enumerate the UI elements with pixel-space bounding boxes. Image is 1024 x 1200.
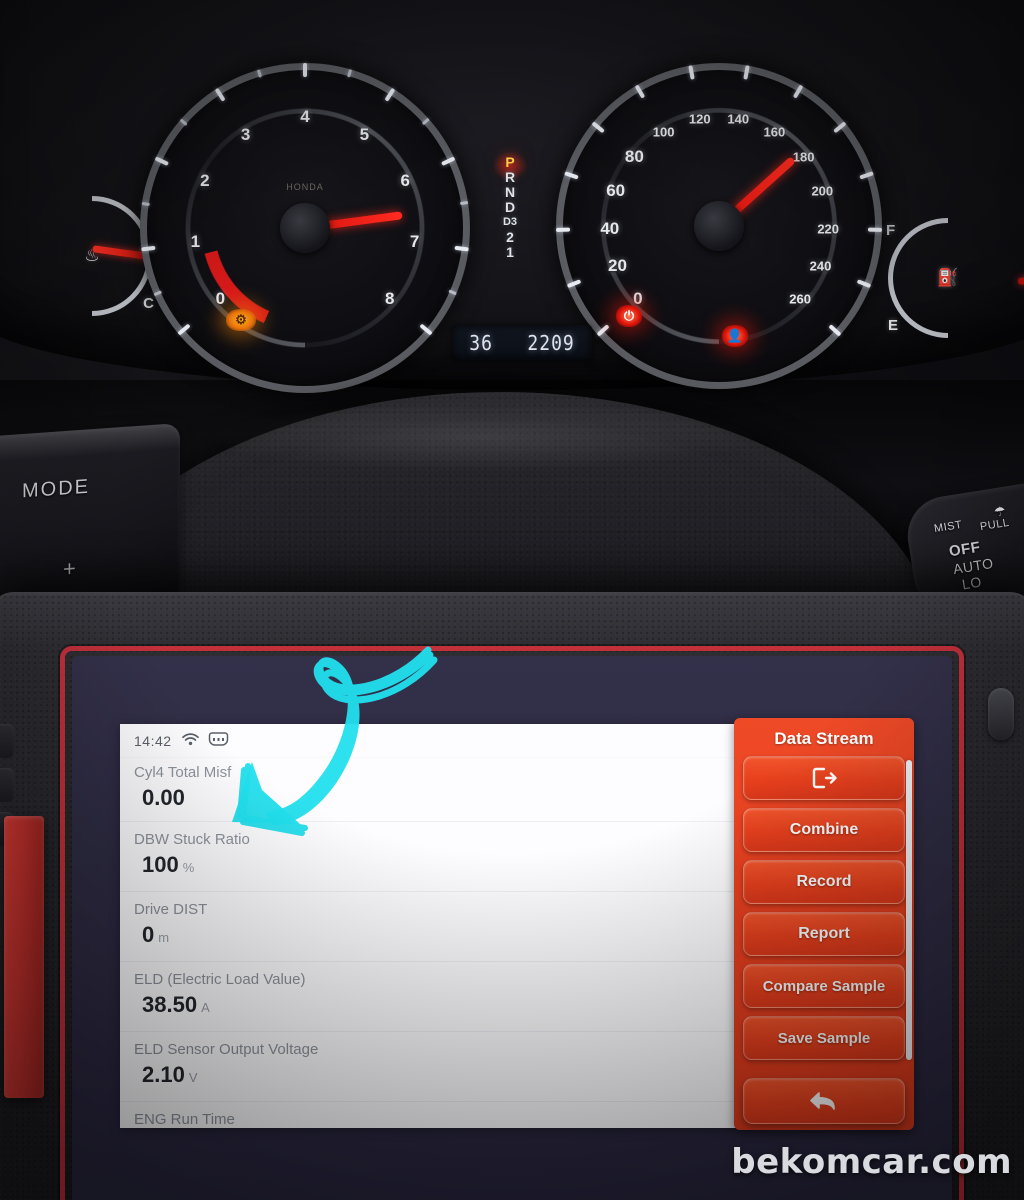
gauge-number: 100	[652, 124, 675, 140]
side-button-label: Record	[796, 873, 852, 890]
side-button-label: Report	[798, 925, 850, 942]
tablet-red-side-edge	[4, 816, 44, 1098]
gauge-number: 40	[600, 218, 620, 238]
row-parameter-unit: A	[201, 1000, 210, 1015]
gauge-number: 0	[215, 289, 226, 309]
diagnostic-tablet: 14:42 Cyl4 Total Misf 0.00 DBW Stuck Rat…	[0, 592, 1024, 1200]
gear-position-d3: D3	[502, 216, 518, 228]
gauge-number: 140	[727, 111, 750, 126]
gauge-number: 8	[384, 289, 395, 309]
exit-icon	[812, 767, 837, 789]
fuel-gauge: F E ⛽	[886, 218, 1024, 338]
gear-position-d: D	[504, 199, 516, 215]
back-arrow-icon	[810, 1092, 835, 1110]
steering-wheel-highlight	[200, 402, 760, 472]
gear-position-n: N	[504, 184, 516, 200]
tachometer: 0 1 2 3 4 5 6 7 8 HONDA ⚙	[137, 60, 473, 396]
gauge-number: 7	[409, 232, 420, 252]
side-button-save-sample[interactable]: Save Sample	[743, 1016, 905, 1060]
site-watermark: bekomcar.com	[731, 1142, 1012, 1182]
row-parameter-unit: V	[188, 1070, 198, 1085]
wifi-icon	[181, 732, 199, 749]
odometer-right-segment: 2209	[527, 330, 575, 356]
gauge-number: 6	[400, 171, 410, 191]
side-button-label: Save Sample	[777, 1029, 871, 1047]
mode-button[interactable]: MODE	[22, 476, 90, 504]
vci-connector-icon	[208, 732, 229, 749]
screenshot-root: H C ♨ F E ⛽ 0 1 2 3 4 5 6 7 8 HONDA ⚙ 0 20 40 60 80 1…	[0, 0, 1024, 1200]
gear-position-p: P	[505, 154, 515, 170]
gauge-number: 1	[190, 232, 201, 252]
odometer-left-segment: 36	[469, 330, 493, 356]
tablet-corner-screw	[988, 688, 1014, 740]
fuel-gauge-empty-label: E	[888, 317, 899, 334]
side-button-label: Compare Sample	[762, 977, 886, 995]
row-parameter-unit: %	[182, 860, 195, 875]
gear-position-r: R	[504, 169, 516, 185]
odometer-display: 36 2209	[452, 325, 592, 361]
gear-selector: P R N D D3 2 1	[497, 155, 523, 260]
coolant-temp-gauge: H C ♨	[32, 196, 171, 316]
side-button-record[interactable]: Record	[743, 860, 905, 904]
left-dash-panel	[0, 423, 180, 612]
gauge-number: 80	[624, 146, 644, 166]
gauge-number: 260	[789, 291, 812, 307]
side-button-compare-sample[interactable]: Compare Sample	[743, 964, 905, 1008]
check-engine-telltale: ⚙	[226, 309, 256, 331]
tablet-grip-mid	[0, 768, 14, 802]
fuel-pump-icon: ⛽	[937, 268, 959, 287]
side-panel-title: Data Stream	[774, 729, 874, 748]
row-parameter-unit: m	[158, 930, 170, 945]
gauge-number: 2	[200, 171, 210, 191]
tablet-screen: 14:42 Cyl4 Total Misf 0.00 DBW Stuck Rat…	[72, 656, 952, 1200]
gauge-number: 60	[606, 180, 626, 200]
gauge-number: 240	[809, 258, 832, 274]
gear-position-2: 2	[506, 229, 514, 245]
status-bar-time: 14:42	[134, 732, 172, 749]
tachometer-hub	[280, 203, 330, 253]
side-button-label: Combine	[789, 821, 859, 838]
speedometer-hub	[694, 201, 744, 251]
data-stream-side-panel: Data Stream Combine Record Report Compare S…	[734, 718, 914, 1130]
gauge-number: 5	[359, 124, 370, 144]
side-button-combine[interactable]: Combine	[743, 808, 905, 852]
gauge-number: 160	[763, 124, 786, 140]
gauge-number: 220	[817, 221, 840, 237]
gear-position-1: 1	[506, 244, 514, 260]
oil-pressure-telltale: ⏻	[616, 305, 642, 327]
gauge-number: 3	[240, 124, 251, 144]
fuel-gauge-full-label: F	[886, 222, 896, 239]
gauge-number: 200	[811, 183, 834, 199]
seatbelt-telltale: 👤	[722, 325, 748, 347]
gauge-number: 180	[792, 149, 815, 165]
gauge-number: 20	[608, 256, 627, 276]
gauge-number: 4	[300, 107, 310, 127]
wiper-lo-label: LO	[961, 573, 984, 593]
speedometer: 020406080100120140160180200220240260 km/…	[553, 60, 885, 392]
side-panel-scrollbar[interactable]	[906, 760, 912, 1060]
side-button-exit[interactable]	[743, 756, 905, 800]
side-panel-buttons: Combine Record Report Compare Sample Save Sa…	[743, 756, 905, 1060]
back-button[interactable]	[743, 1078, 905, 1124]
side-button-report[interactable]: Report	[743, 912, 905, 956]
tablet-grip-top	[0, 724, 14, 758]
tachometer-brand-text: HONDA	[286, 181, 324, 192]
plus-button[interactable]: +	[63, 556, 76, 583]
gauge-number: 120	[688, 111, 711, 126]
